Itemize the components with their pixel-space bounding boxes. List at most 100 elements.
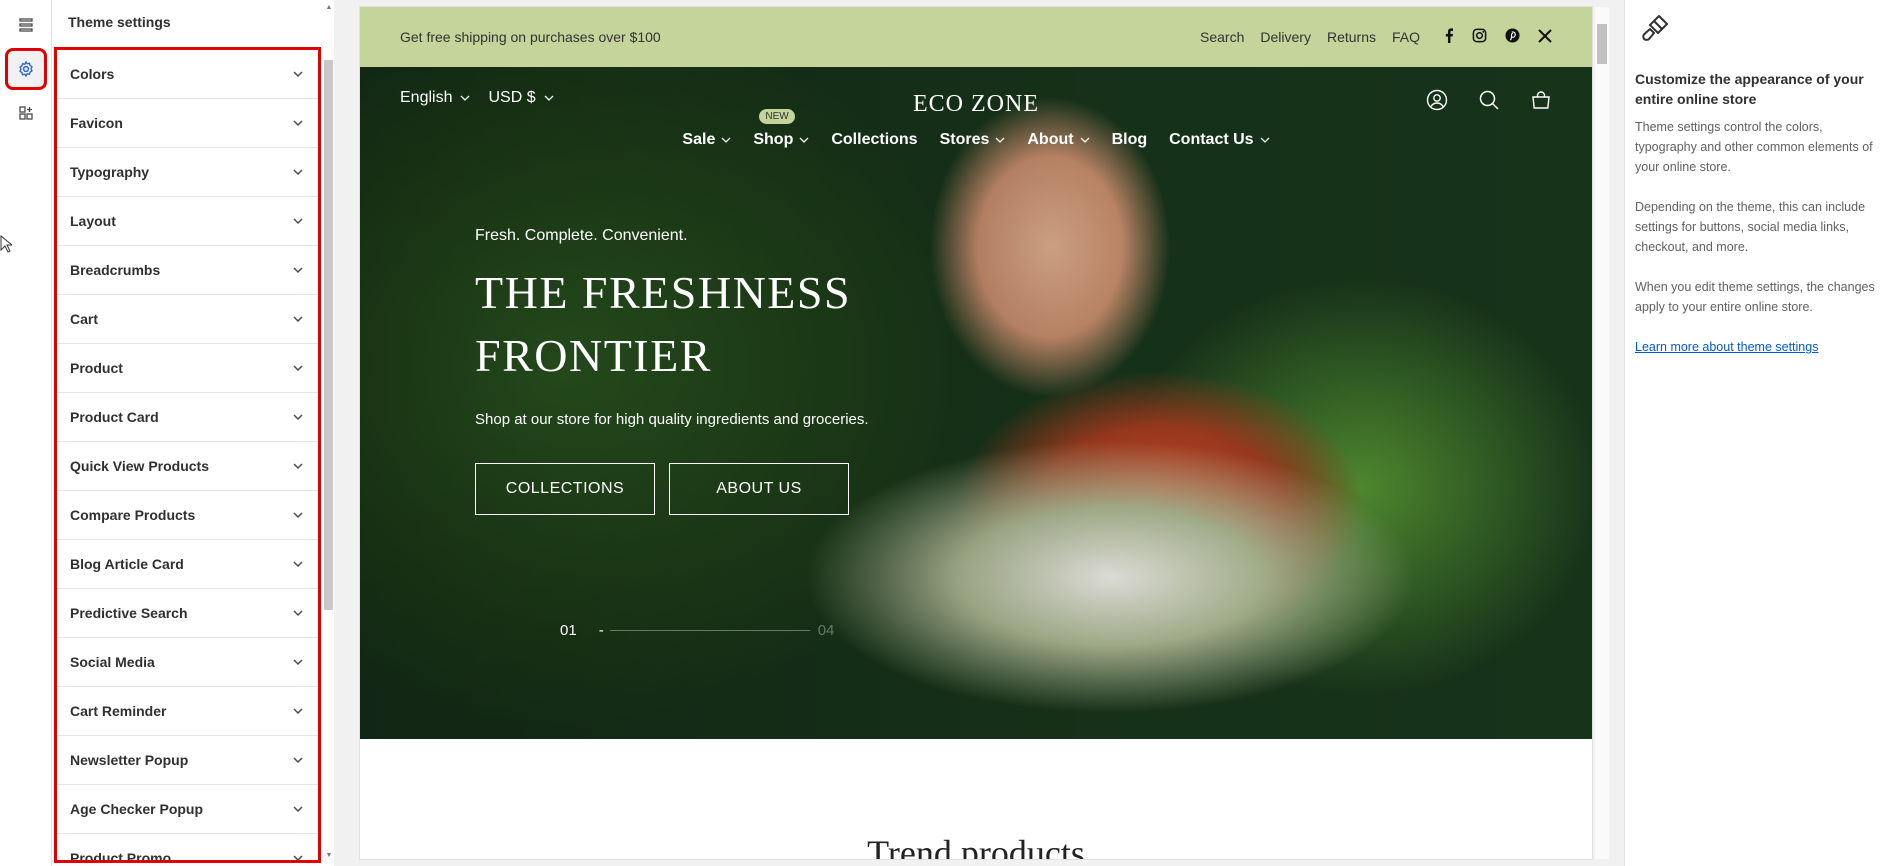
apps-icon[interactable] — [7, 94, 45, 132]
info-paragraph: When you edit theme settings, the change… — [1635, 280, 1875, 314]
nav-item-stores[interactable]: Stores — [940, 131, 1006, 149]
instagram-icon[interactable] — [1472, 28, 1487, 46]
nav-label: Shop — [753, 131, 794, 148]
chevron-down-icon — [799, 137, 809, 143]
facebook-icon[interactable] — [1444, 28, 1454, 46]
preview-scroll-thumb[interactable] — [1597, 24, 1607, 64]
learn-more-link[interactable]: Learn more about theme settings — [1635, 340, 1818, 354]
chevron-down-icon — [293, 806, 303, 813]
chevron-down-icon — [293, 708, 303, 715]
settings-item-label: Blog Article Card — [70, 556, 184, 572]
settings-item-colors[interactable]: Colors — [57, 50, 318, 99]
store-preview[interactable]: Get free shipping on purchases over $100… — [360, 7, 1592, 859]
settings-item-newsletter-popup[interactable]: Newsletter Popup — [57, 736, 318, 785]
collections-button[interactable]: COLLECTIONS — [475, 463, 655, 515]
link-delivery[interactable]: Delivery — [1260, 29, 1311, 45]
hero-title: THE FRESHNESS FRONTIER — [475, 267, 852, 381]
scroll-down-icon[interactable]: ▼ — [324, 852, 334, 859]
settings-item-label: Age Checker Popup — [70, 801, 204, 817]
chevron-down-icon — [293, 316, 303, 323]
chevron-down-icon — [1080, 137, 1090, 143]
hero-content: Fresh. Complete. Convenient. THE FRESHNE… — [475, 227, 935, 428]
nav-item-about[interactable]: About — [1027, 131, 1090, 149]
cart-icon[interactable] — [1530, 89, 1552, 116]
chevron-down-icon — [1260, 137, 1270, 143]
settings-item-label: Cart — [70, 311, 99, 327]
settings-item-product-promo[interactable]: Product Promo — [57, 834, 318, 863]
settings-item-compare-products[interactable]: Compare Products — [57, 491, 318, 540]
chevron-down-icon — [293, 561, 303, 568]
new-badge: NEW — [759, 109, 795, 124]
link-faq[interactable]: FAQ — [1392, 29, 1420, 45]
settings-item-label: Social Media — [70, 654, 155, 670]
settings-item-cart-reminder[interactable]: Cart Reminder — [57, 687, 318, 736]
chevron-down-icon — [293, 463, 303, 470]
chevron-down-icon — [293, 169, 303, 176]
chevron-down-icon — [293, 757, 303, 764]
search-icon[interactable] — [1478, 89, 1500, 116]
settings-item-cart[interactable]: Cart — [57, 295, 318, 344]
settings-item-label: Cart Reminder — [70, 703, 167, 719]
settings-item-label: Product — [70, 360, 123, 376]
slide-separator: - — [598, 622, 604, 639]
hero-subtitle: Shop at our store for high quality ingre… — [475, 411, 869, 428]
mouse-cursor-icon — [0, 234, 14, 258]
about-us-button[interactable]: ABOUT US — [669, 463, 849, 515]
settings-item-label: Product Promo — [70, 850, 172, 863]
section-title: Trend products — [867, 833, 1085, 859]
nav-label: Contact Us — [1169, 131, 1254, 148]
settings-item-label: Breadcrumbs — [70, 262, 161, 278]
scroll-up-icon[interactable]: ▲ — [324, 4, 334, 11]
account-icon[interactable] — [1426, 89, 1448, 116]
announcement-bar: Get free shipping on purchases over $100… — [360, 7, 1592, 67]
nav-label: Blog — [1111, 131, 1148, 148]
nav-item-shop[interactable]: NEW Shop — [753, 109, 809, 149]
settings-item-layout[interactable]: Layout — [57, 197, 318, 246]
sections-icon[interactable] — [7, 6, 45, 44]
preview-scrollbar[interactable] — [1595, 7, 1609, 859]
chevron-down-icon — [293, 512, 303, 519]
nav-item-collections[interactable]: Collections — [831, 131, 917, 149]
header-icons — [1426, 89, 1552, 116]
announcement-links: Search Delivery Returns FAQ — [1200, 28, 1552, 46]
settings-item-predictive-search[interactable]: Predictive Search — [57, 589, 318, 638]
settings-item-label: Layout — [70, 213, 116, 229]
settings-item-product-card[interactable]: Product Card — [57, 393, 318, 442]
settings-item-product[interactable]: Product — [57, 344, 318, 393]
link-returns[interactable]: Returns — [1327, 29, 1376, 45]
theme-editor: Theme settings Colors Favicon Typography La… — [0, 0, 1902, 866]
settings-list: Colors Favicon Typography Layout Breadcrumbs… — [54, 47, 321, 863]
settings-item-age-checker-popup[interactable]: Age Checker Popup — [57, 785, 318, 834]
store-logo[interactable]: ECO ZONE — [360, 91, 1592, 118]
nav-item-blog[interactable]: Blog — [1112, 131, 1148, 149]
settings-item-social-media[interactable]: Social Media — [57, 638, 318, 687]
nav-item-sale[interactable]: Sale — [682, 131, 731, 149]
settings-item-quick-view-products[interactable]: Quick View Products — [57, 442, 318, 491]
nav-item-contact-us[interactable]: Contact Us — [1169, 131, 1270, 149]
slide-indicator[interactable]: 01 - 04 — [560, 622, 834, 639]
nav-label: Stores — [939, 131, 990, 148]
settings-item-blog-article-card[interactable]: Blog Article Card — [57, 540, 318, 589]
settings-item-label: Newsletter Popup — [70, 752, 189, 768]
settings-item-label: Product Card — [70, 409, 159, 425]
settings-item-breadcrumbs[interactable]: Breadcrumbs — [57, 246, 318, 295]
hero-buttons: COLLECTIONS ABOUT US — [475, 463, 849, 515]
theme-settings-panel: Theme settings Colors Favicon Typography La… — [52, 0, 334, 866]
x-icon[interactable] — [1538, 28, 1552, 46]
panel-scroll-thumb[interactable] — [324, 60, 333, 610]
chevron-down-icon — [293, 218, 303, 225]
settings-item-favicon[interactable]: Favicon — [57, 99, 318, 148]
nav-label: Collections — [831, 131, 918, 148]
slide-total: 04 — [817, 622, 835, 639]
settings-item-typography[interactable]: Typography — [57, 148, 318, 197]
settings-item-label: Typography — [70, 164, 150, 180]
hero-banner: English USD $ ECO ZONE Sale NEW Shop Col… — [360, 67, 1592, 739]
info-paragraph: Theme settings control the colors, typog… — [1635, 120, 1873, 174]
link-search[interactable]: Search — [1200, 29, 1244, 45]
pinterest-icon[interactable] — [1505, 28, 1520, 46]
hero-kicker: Fresh. Complete. Convenient. — [475, 227, 688, 244]
chevron-down-icon — [293, 610, 303, 617]
settings-item-label: Quick View Products — [70, 458, 210, 474]
icon-rail — [0, 0, 52, 866]
gear-icon[interactable] — [5, 48, 47, 90]
